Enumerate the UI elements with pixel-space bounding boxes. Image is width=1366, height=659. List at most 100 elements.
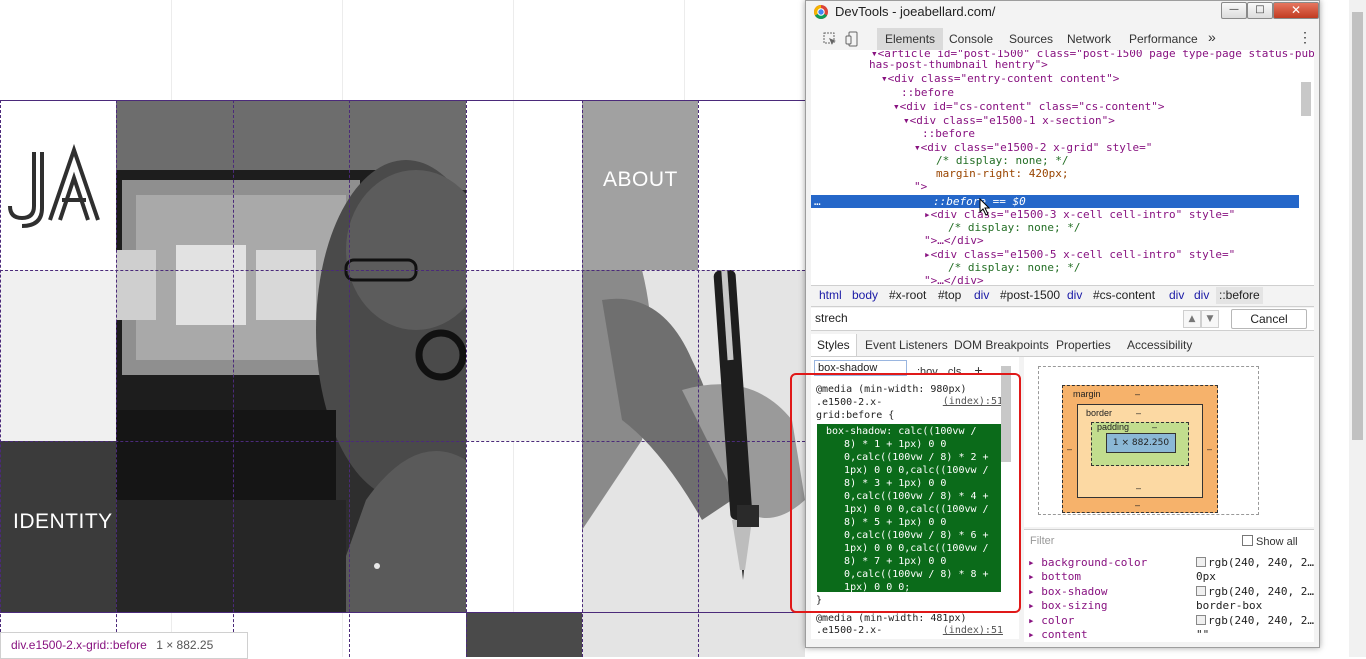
element-hover-tooltip: div.e1500-2.x-grid::before 1 × 882.25: [0, 632, 248, 659]
dom-style-line: margin-right: 420px;: [936, 167, 1069, 180]
dom-node[interactable]: ▾<div class="e1500-1 x-section">: [903, 114, 1115, 127]
border-top-value: –: [1136, 408, 1142, 418]
devtools-titlebar[interactable]: DevTools - joeabellard.com/ — □ ✕: [806, 1, 1319, 23]
dom-node[interactable]: ▾<div class="entry-content content">: [881, 72, 1119, 85]
tab-sources[interactable]: Sources: [1009, 32, 1053, 46]
dom-style-line: /* display: none; */: [936, 154, 1069, 167]
logo-tile[interactable]: JA: [0, 100, 116, 270]
box-model-margin[interactable]: margin – – – – border – – padding – 1 × …: [1062, 385, 1218, 513]
show-all-label: Show all: [1256, 536, 1298, 548]
dom-pseudo-node[interactable]: ::before: [922, 127, 975, 140]
dom-node[interactable]: ▸<div class="e1500-5 x-cell cell-intro" …: [924, 248, 1235, 261]
dom-ellipsis-icon[interactable]: …: [814, 195, 821, 208]
identity-tile[interactable]: IDENTITY: [0, 441, 116, 612]
close-window-button[interactable]: ✕: [1273, 2, 1319, 19]
computed-prop-name[interactable]: ▸ bottom: [1028, 570, 1081, 583]
tooltip-element-name: div.e1500-2.x-grid::before: [11, 638, 147, 652]
grid-line: [349, 100, 350, 657]
breadcrumb-item[interactable]: div: [1169, 288, 1184, 302]
about-label: ABOUT: [603, 168, 678, 191]
grid-line: [0, 441, 805, 442]
find-bar: ▲ ▼ Cancel: [811, 308, 1314, 331]
tab-dom-breakpoints[interactable]: DOM Breakpoints: [954, 338, 1049, 352]
grid-line: [0, 100, 805, 101]
dom-node[interactable]: ▾<div id="cs-content" class="cs-content"…: [893, 100, 1165, 113]
margin-right-value: –: [1207, 444, 1213, 454]
selected-node-highlight: [811, 195, 1299, 208]
box-model-content-size[interactable]: 1 × 882.250: [1106, 433, 1176, 453]
padding-label: padding: [1097, 422, 1130, 432]
dom-node[interactable]: has-post-thumbnail hentry">: [869, 58, 1048, 71]
logo-text: JA: [58, 258, 60, 261]
box-model-border[interactable]: border – – padding – 1 × 882.250: [1077, 404, 1203, 498]
tab-network[interactable]: Network: [1067, 32, 1111, 46]
double-chevron-right-icon[interactable]: »: [1208, 29, 1216, 45]
tab-accessibility[interactable]: Accessibility: [1127, 338, 1192, 352]
computed-prop-name[interactable]: ▸ box-sizing: [1028, 599, 1107, 612]
rule-selector[interactable]: .e1500-2.x-: [816, 624, 882, 637]
computed-prop-name[interactable]: ▸ color: [1028, 614, 1074, 627]
photo-man-at-computer: [116, 100, 466, 612]
elements-sub-tabs: Styles Event Listeners DOM Breakpoints P…: [811, 334, 1314, 357]
breadcrumb-item[interactable]: #cs-content: [1093, 288, 1155, 302]
computed-filter-input[interactable]: Filter: [1030, 535, 1054, 547]
page-scrollbar-thumb[interactable]: [1352, 12, 1363, 440]
find-next-icon[interactable]: ▼: [1201, 310, 1219, 328]
tab-elements[interactable]: Elements: [877, 28, 944, 50]
tab-console[interactable]: Console: [949, 32, 993, 46]
tooltip-element-size: 1 × 882.25: [156, 638, 214, 652]
grid-line: [0, 612, 805, 613]
dom-node[interactable]: ▸<div class="e1500-3 x-cell cell-intro" …: [924, 208, 1235, 221]
box-model-position: margin – – – – border – – padding – 1 × …: [1038, 366, 1259, 515]
computed-prop-name[interactable]: ▸ box-shadow: [1028, 585, 1107, 598]
breadcrumb-item[interactable]: html: [819, 288, 842, 302]
breadcrumb-item[interactable]: div: [974, 288, 989, 302]
breadcrumb-item[interactable]: div: [1194, 288, 1209, 302]
computed-prop-name[interactable]: ▸ content: [1028, 628, 1088, 641]
dom-node[interactable]: ▾<div class="e1500-2 x-grid" style=": [914, 141, 1152, 154]
maximize-button[interactable]: □: [1247, 2, 1273, 19]
chrome-icon: [814, 5, 828, 19]
padding-top-value: –: [1152, 422, 1158, 432]
about-tile[interactable]: ABOUT: [582, 100, 698, 270]
breadcrumb-item[interactable]: body: [852, 288, 878, 302]
minimize-button[interactable]: —: [1221, 2, 1247, 19]
grid-line: [116, 100, 117, 657]
tab-event-listeners[interactable]: Event Listeners: [865, 338, 948, 352]
rule-source-link[interactable]: (index):51: [943, 625, 1003, 636]
dom-node-close[interactable]: ">…</div>: [924, 234, 984, 247]
margin-label: margin: [1073, 389, 1101, 399]
find-previous-icon[interactable]: ▲: [1183, 310, 1201, 328]
mouse-cursor-icon: [979, 198, 991, 216]
cancel-button[interactable]: Cancel: [1231, 309, 1307, 329]
tab-properties[interactable]: Properties: [1056, 338, 1111, 352]
kebab-menu-icon[interactable]: ⋮: [1298, 29, 1312, 46]
breadcrumb-item-current[interactable]: ::before: [1216, 287, 1263, 304]
box-model-padding[interactable]: padding – 1 × 882.250: [1091, 422, 1189, 466]
breadcrumb-item[interactable]: #post-1500: [1000, 288, 1060, 302]
media-query: @media (min-width: 481px): [816, 611, 1006, 625]
dom-node-close[interactable]: ">…</div>: [924, 274, 984, 285]
empty-tile: [0, 270, 116, 441]
grid-line: [233, 100, 234, 657]
computed-prop-value: "": [1196, 628, 1210, 641]
grid-line: [466, 100, 467, 657]
find-input[interactable]: [815, 310, 1175, 326]
dom-pseudo-node[interactable]: ::before: [901, 86, 954, 99]
dom-tree-scrollbar-thumb[interactable]: [1301, 82, 1311, 116]
breadcrumb-item[interactable]: #x-root: [889, 288, 926, 302]
tab-performance[interactable]: Performance: [1129, 32, 1198, 46]
margin-bottom-value: –: [1135, 500, 1141, 510]
dom-tree-panel[interactable]: ▾<article id="post-1500" class="post-150…: [811, 50, 1314, 285]
breadcrumb-item[interactable]: div: [1067, 288, 1082, 302]
color-swatch-icon: [1196, 586, 1206, 596]
device-toolbar-icon[interactable]: [845, 31, 859, 47]
empty-tile: [466, 270, 582, 441]
inspect-element-icon[interactable]: [823, 32, 837, 46]
breadcrumb-item[interactable]: #top: [938, 288, 961, 302]
computed-prop-name[interactable]: ▸ background-color: [1028, 556, 1147, 569]
tab-styles[interactable]: Styles: [811, 334, 857, 356]
dark-tile: [466, 612, 582, 657]
computed-prop-value: rgb(240, 240, 2…: [1196, 556, 1314, 569]
show-all-checkbox[interactable]: Show all: [1242, 535, 1298, 548]
